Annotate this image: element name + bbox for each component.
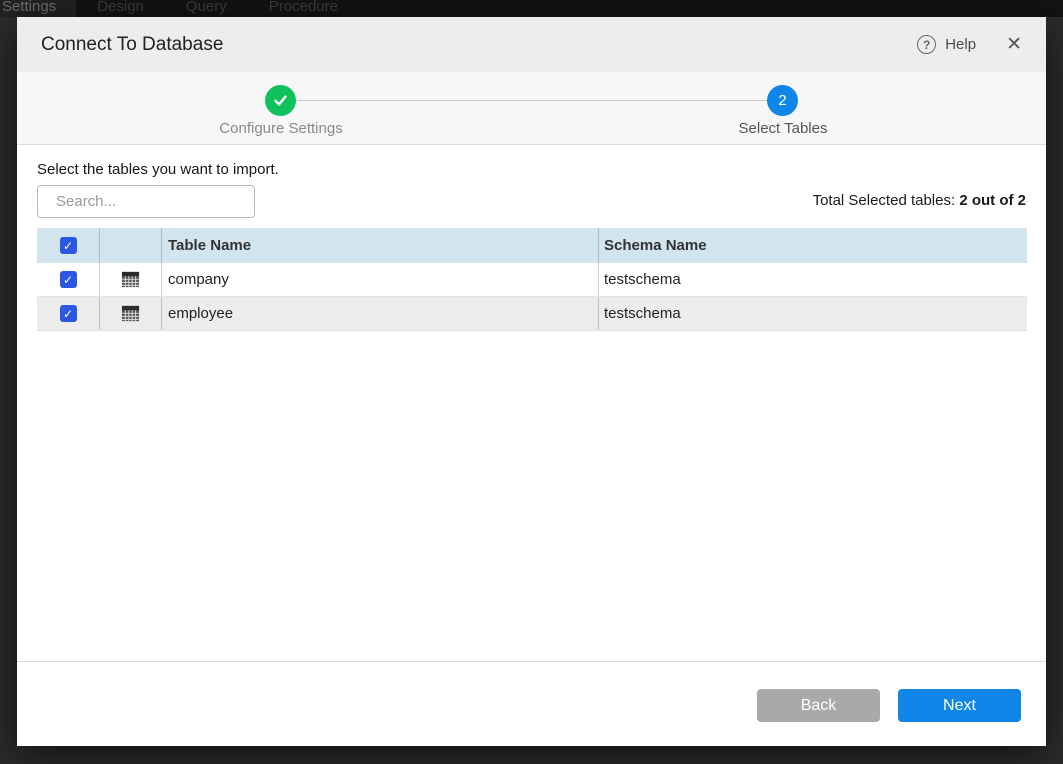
column-header-schema-name: Schema Name xyxy=(598,228,1027,263)
row-checkbox-cell xyxy=(37,263,99,296)
search-input[interactable] xyxy=(56,193,255,210)
table-row[interactable]: employee testschema xyxy=(37,297,1027,331)
tables-list: Table Name Schema Name xyxy=(37,228,1027,331)
table-name-cell: company xyxy=(161,263,598,296)
back-button[interactable]: Back xyxy=(757,689,880,722)
dialog-header: Connect To Database Help xyxy=(17,17,1046,72)
header-checkbox-cell xyxy=(37,228,99,263)
table-grid-icon xyxy=(121,304,140,323)
table-header-row: Table Name Schema Name xyxy=(37,228,1027,263)
tab-design[interactable]: Design xyxy=(76,0,165,17)
row-icon-cell xyxy=(99,263,161,296)
step-2-indicator[interactable]: 2 xyxy=(767,85,798,116)
selected-tables-summary: Total Selected tables: 2 out of 2 xyxy=(813,185,1026,209)
question-mark-circle-icon xyxy=(917,35,936,54)
column-header-table-name: Table Name xyxy=(161,228,598,263)
header-icon-cell xyxy=(99,228,161,263)
dialog-footer: Back Next xyxy=(17,661,1046,746)
selected-tables-count: 2 out of 2 xyxy=(959,192,1026,209)
next-button[interactable]: Next xyxy=(898,689,1021,722)
help-button[interactable]: Help xyxy=(917,35,976,54)
dialog-body: Select the tables you want to import. To… xyxy=(17,145,1046,661)
select-all-checkbox[interactable] xyxy=(60,237,77,254)
connect-to-database-dialog: Connect To Database Help 2 Configure Set… xyxy=(17,17,1046,746)
step-1-label: Configure Settings xyxy=(219,120,342,137)
schema-name-cell: testschema xyxy=(598,263,1027,296)
close-icon[interactable] xyxy=(1006,35,1022,54)
tab-procedure[interactable]: Procedure xyxy=(248,0,359,17)
selected-tables-label: Total Selected tables: xyxy=(813,192,956,209)
table-grid-icon xyxy=(121,270,140,289)
table-toolbar: Total Selected tables: 2 out of 2 xyxy=(37,185,1026,218)
row-icon-cell xyxy=(99,297,161,330)
search-box xyxy=(37,185,255,218)
help-label: Help xyxy=(945,36,976,53)
dialog-title: Connect To Database xyxy=(41,34,917,56)
row-checkbox-cell xyxy=(37,297,99,330)
schema-name-cell: testschema xyxy=(598,297,1027,330)
tab-query[interactable]: Query xyxy=(165,0,248,17)
check-icon xyxy=(272,92,289,109)
step-2-label: Select Tables xyxy=(739,120,828,137)
table-row[interactable]: company testschema xyxy=(37,263,1027,297)
row-checkbox[interactable] xyxy=(60,305,77,322)
instruction-text: Select the tables you want to import. xyxy=(37,161,1026,178)
row-checkbox[interactable] xyxy=(60,271,77,288)
step-1-complete-indicator[interactable] xyxy=(265,85,296,116)
wizard-stepper: 2 Configure Settings Select Tables xyxy=(17,72,1046,145)
background-app-tabs: Settings Design Query Procedure xyxy=(0,0,1063,17)
stepper-connector-line xyxy=(297,100,767,101)
table-name-cell: employee xyxy=(161,297,598,330)
tab-settings[interactable]: Settings xyxy=(0,0,76,17)
